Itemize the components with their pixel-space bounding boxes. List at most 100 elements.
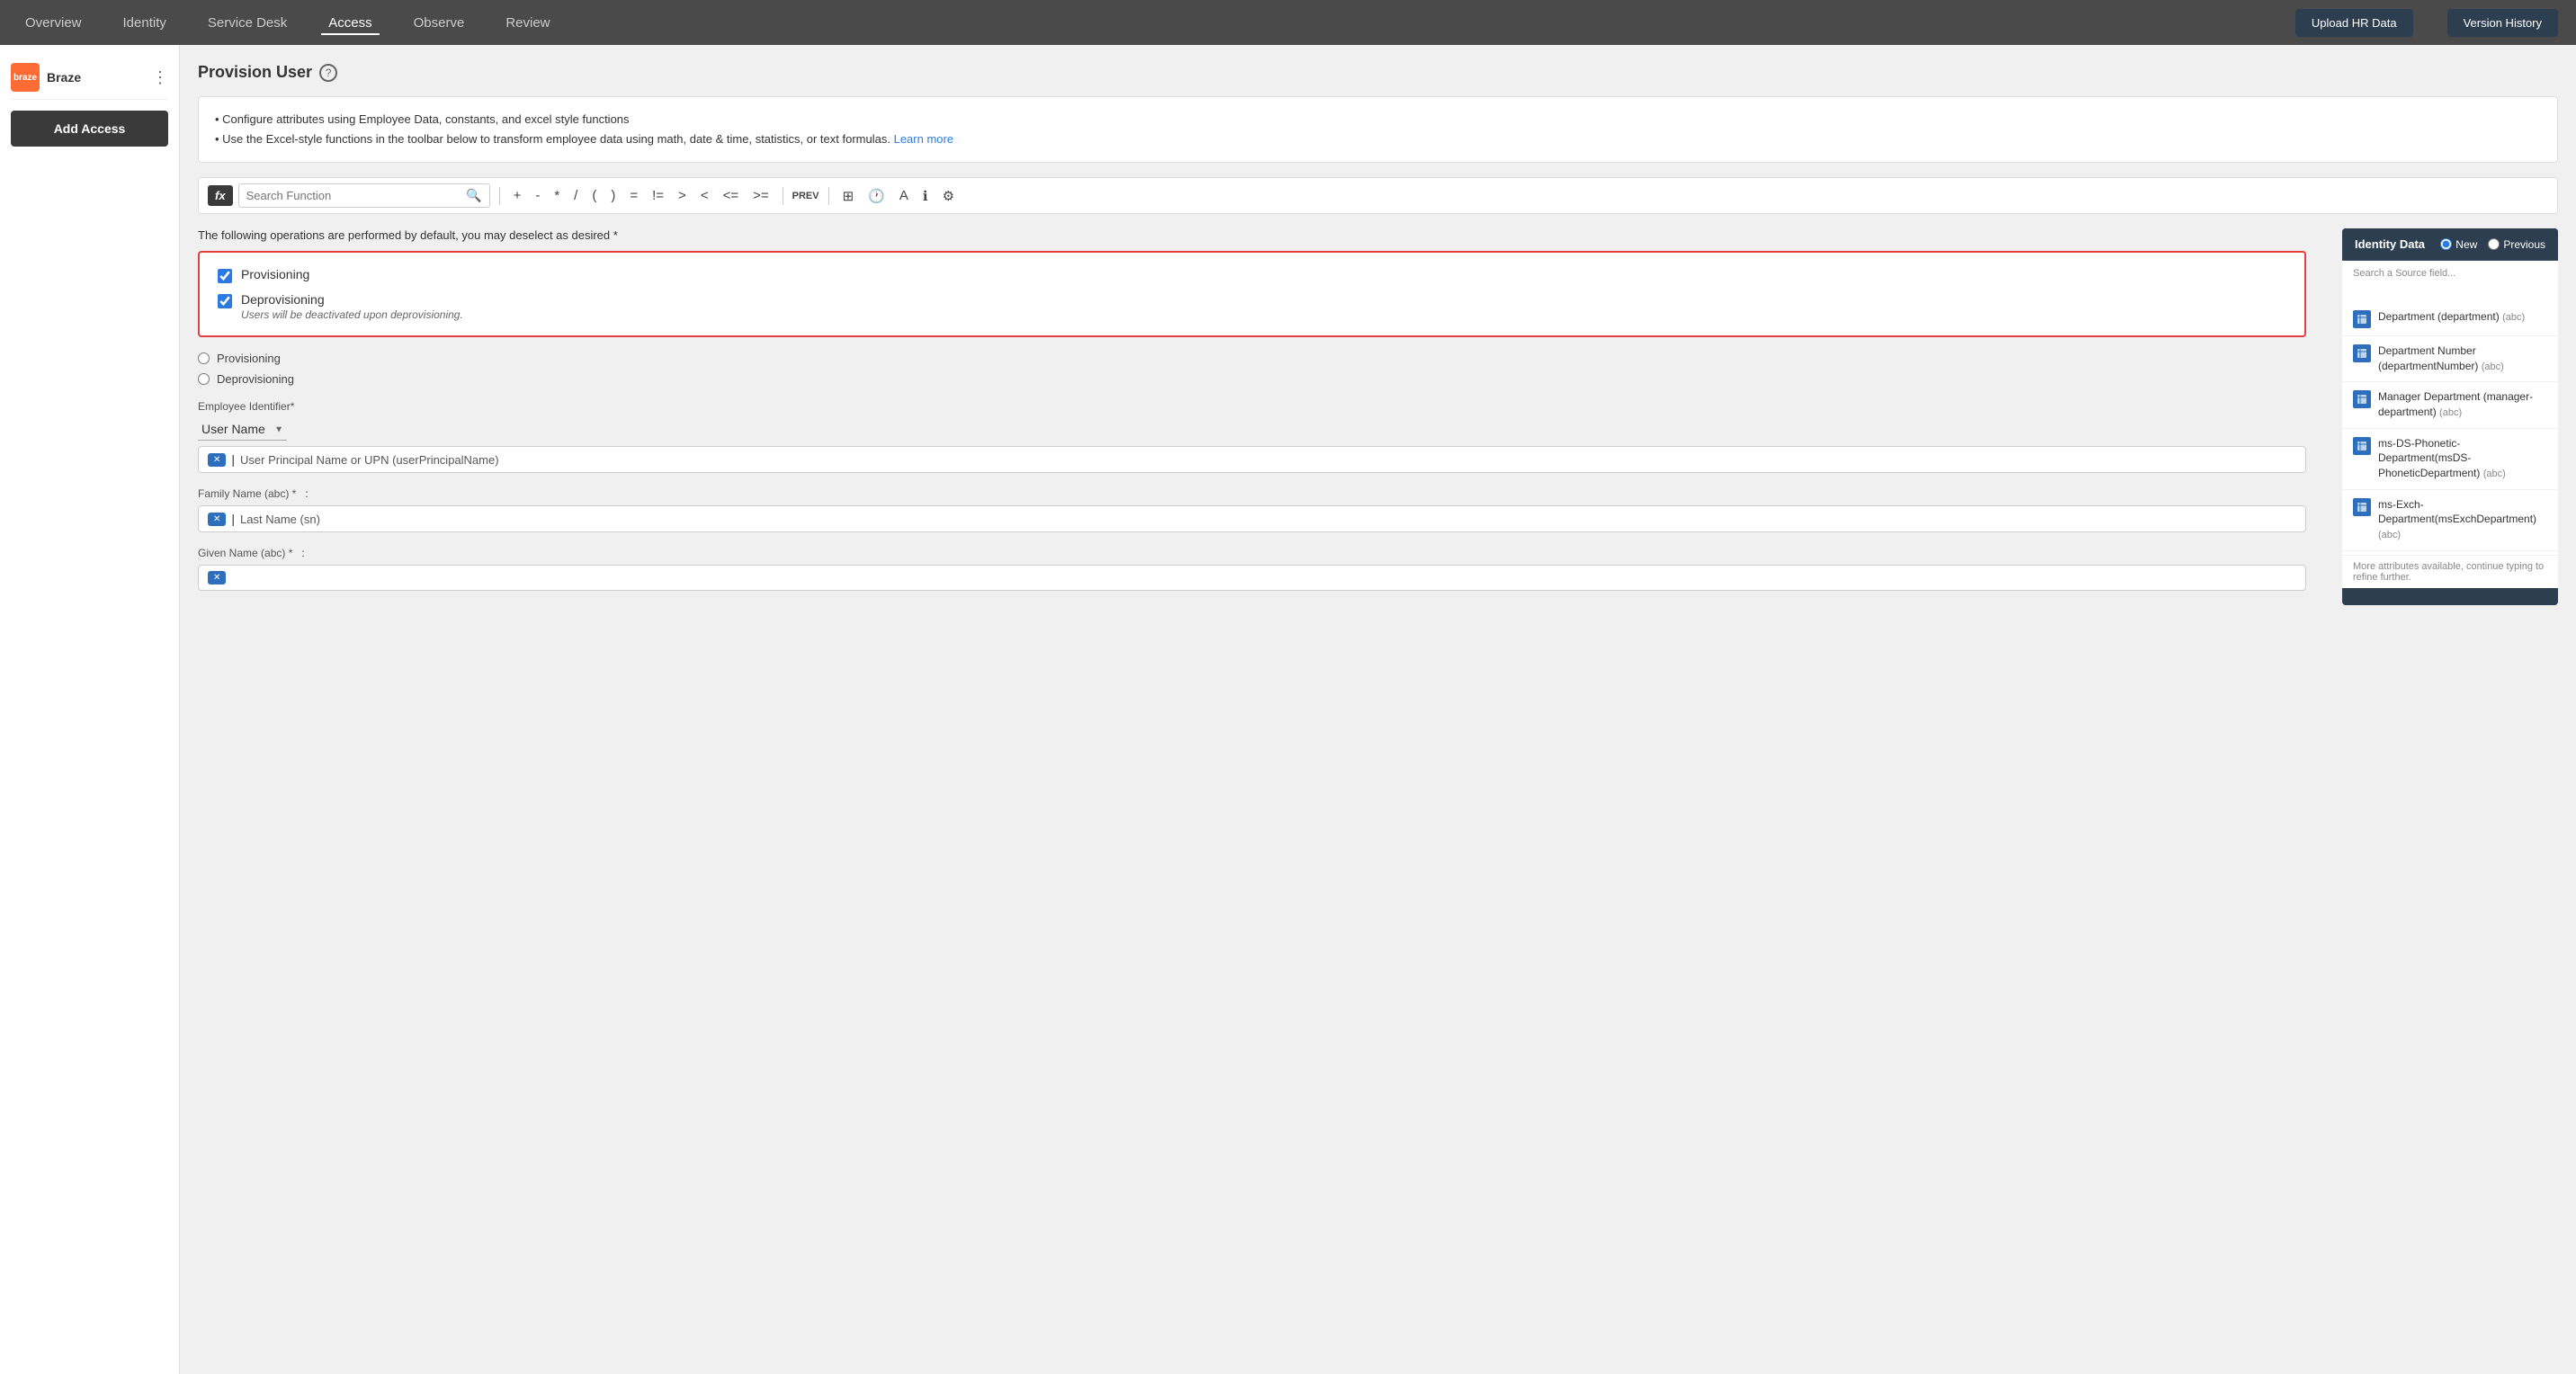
logo-icon: braze — [11, 63, 40, 92]
given-name-label: Given Name (abc) * : — [198, 547, 2306, 559]
nav-observe[interactable]: Observe — [407, 11, 472, 35]
family-name-section: Family Name (abc) * : ✕ | Last Name (sn) — [198, 487, 2306, 532]
operations-label: The following operations are performed b… — [198, 228, 2306, 242]
sidebar-logo: braze Braze ⋮ — [11, 56, 168, 100]
new-radio[interactable] — [2440, 238, 2452, 250]
toolbar-equals[interactable]: = — [625, 186, 642, 205]
field-icon-3 — [2353, 390, 2371, 408]
provisioning-checkbox[interactable] — [218, 269, 232, 283]
list-item[interactable]: ms-DS-Phonetic-Department(msDS-PhoneticD… — [2342, 429, 2558, 490]
search-function-input-wrap[interactable]: 🔍 — [238, 183, 490, 208]
identity-search-input[interactable]: department — [2353, 279, 2547, 291]
toolbar-plus[interactable]: + — [509, 186, 526, 205]
field-icon-1 — [2353, 310, 2371, 328]
version-history-button[interactable]: Version History — [2447, 9, 2558, 37]
given-name-chip[interactable]: ✕ — [208, 571, 226, 584]
toolbar-lt[interactable]: < — [696, 186, 713, 205]
toolbar-info-icon[interactable]: ℹ — [918, 186, 933, 206]
new-radio-label[interactable]: New — [2440, 238, 2477, 251]
identity-data-header: Identity Data New Previous — [2342, 228, 2558, 261]
nav-review[interactable]: Review — [498, 11, 557, 35]
toolbar-multiply[interactable]: * — [550, 186, 564, 205]
toolbar-close-paren[interactable]: ) — [606, 186, 620, 205]
help-icon[interactable]: ? — [319, 64, 337, 82]
search-source-hint: Search a Source field... — [2353, 268, 2547, 279]
provisioning-checkbox-row: Provisioning — [218, 267, 2286, 283]
toolbar-text-icon[interactable]: A — [895, 186, 913, 205]
chip-x-icon3[interactable]: ✕ — [213, 573, 220, 583]
info-line2: • Use the Excel-style functions in the t… — [215, 129, 2541, 149]
chip-x-icon2[interactable]: ✕ — [213, 514, 220, 524]
given-name-section: Given Name (abc) * : ✕ — [198, 547, 2306, 591]
previous-radio[interactable] — [2488, 238, 2500, 250]
radio-provisioning[interactable] — [198, 352, 210, 364]
nav-service-desk[interactable]: Service Desk — [201, 11, 294, 35]
list-item[interactable]: Manager Department (manager-department) … — [2342, 382, 2558, 428]
toolbar-lte[interactable]: <= — [719, 186, 744, 205]
radio-provisioning-row: Provisioning — [198, 352, 2306, 365]
operations-box: Provisioning Deprovisioning Users will b… — [198, 251, 2306, 337]
toolbar-gte[interactable]: >= — [748, 186, 774, 205]
toolbar-clock-icon[interactable]: 🕐 — [863, 186, 890, 206]
employee-identifier-section: Employee Identifier* User Name ▼ ✕ | Use… — [198, 400, 2306, 473]
toolbar-gt[interactable]: > — [674, 186, 691, 205]
identity-data-title: Identity Data — [2355, 237, 2425, 251]
upn-chip-text: User Principal Name or UPN (userPrincipa… — [240, 453, 2296, 467]
upn-chip-row: ✕ | User Principal Name or UPN (userPrin… — [198, 446, 2306, 473]
toolbar-settings-icon[interactable]: ⚙ — [938, 186, 959, 206]
deprovisioning-checkbox[interactable] — [218, 294, 232, 308]
radio-provisioning-label: Provisioning — [217, 352, 281, 365]
previous-radio-label[interactable]: Previous — [2488, 238, 2545, 251]
employee-identifier-select[interactable]: User Name — [198, 418, 287, 441]
field-text-5: ms-Exch-Department(msExchDepartment) (ab… — [2378, 497, 2547, 543]
provision-header: Provision User ? — [198, 63, 2558, 82]
toolbar-not-equals[interactable]: != — [648, 186, 668, 205]
toolbar-minus[interactable]: - — [531, 186, 544, 205]
deprovisioning-label: Deprovisioning — [241, 292, 463, 307]
list-item[interactable]: Department Number (departmentNumber) (ab… — [2342, 336, 2558, 382]
chip-x-icon[interactable]: ✕ — [213, 455, 220, 465]
given-name-chip-row: ✕ — [198, 565, 2306, 591]
list-item[interactable]: Department (department) (abc) — [2342, 302, 2558, 336]
employee-identifier-select-wrap[interactable]: User Name ▼ — [198, 418, 287, 441]
top-navigation: Overview Identity Service Desk Access Ob… — [0, 0, 2576, 45]
toolbar-open-paren[interactable]: ( — [587, 186, 601, 205]
pipe-separator2: | — [231, 512, 235, 526]
sidebar: braze Braze ⋮ Add Access — [0, 45, 180, 1374]
upn-chip[interactable]: ✕ — [208, 453, 226, 467]
list-item[interactable]: ms-Exch-Department(msExchDepartment) (ab… — [2342, 490, 2558, 551]
field-text-1: Department (department) (abc) — [2378, 309, 2547, 325]
family-name-label: Family Name (abc) * : — [198, 487, 2306, 500]
identity-data-list: Department (department) (abc) Department… — [2342, 299, 2558, 554]
search-function-input[interactable] — [246, 189, 461, 202]
identity-search-field[interactable]: Search a Source field... department — [2342, 261, 2558, 299]
sidebar-menu-dots[interactable]: ⋮ — [152, 68, 168, 87]
deprovisioning-sublabel: Users will be deactivated upon deprovisi… — [241, 308, 463, 321]
pipe-separator: | — [231, 452, 235, 467]
info-box: • Configure attributes using Employee Da… — [198, 96, 2558, 163]
add-access-button[interactable]: Add Access — [11, 111, 168, 147]
last-name-chip-row: ✕ | Last Name (sn) — [198, 505, 2306, 532]
provisioning-label: Provisioning — [241, 267, 309, 281]
upload-hr-data-button[interactable]: Upload HR Data — [2295, 9, 2413, 37]
toolbar-divide[interactable]: / — [569, 186, 582, 205]
radio-deprovisioning-label: Deprovisioning — [217, 372, 294, 386]
info-line1: • Configure attributes using Employee Da… — [215, 110, 2541, 129]
radio-deprovisioning[interactable] — [198, 373, 210, 385]
last-name-chip[interactable]: ✕ — [208, 513, 226, 526]
field-text-4: ms-DS-Phonetic-Department(msDS-PhoneticD… — [2378, 436, 2547, 482]
field-icon-2 — [2353, 344, 2371, 362]
company-name: Braze — [47, 70, 81, 85]
toolbar-table-icon[interactable]: ⊞ — [838, 186, 859, 206]
deprovisioning-checkbox-row: Deprovisioning Users will be deactivated… — [218, 292, 2286, 321]
nav-access[interactable]: Access — [321, 11, 379, 35]
field-icon-5 — [2353, 498, 2371, 516]
field-text-2: Department Number (departmentNumber) (ab… — [2378, 344, 2547, 374]
toolbar-prev-button[interactable]: PREV — [792, 191, 819, 201]
fx-label: fx — [208, 185, 233, 206]
last-name-chip-text: Last Name (sn) — [240, 513, 2296, 526]
learn-more-link[interactable]: Learn more — [894, 132, 953, 146]
radio-deprovisioning-row: Deprovisioning — [198, 372, 2306, 386]
nav-overview[interactable]: Overview — [18, 11, 89, 35]
nav-identity[interactable]: Identity — [116, 11, 174, 35]
